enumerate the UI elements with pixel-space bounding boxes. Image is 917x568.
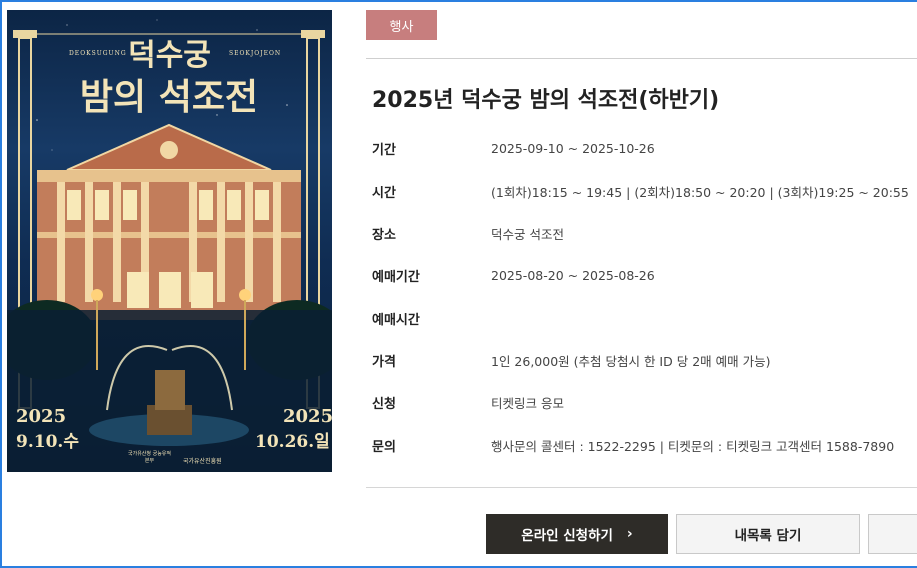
info-value: 행사문의 콜센터 : 1522-2295 | 티켓문의 : 티켓링크 고객센터 … bbox=[491, 438, 895, 454]
info-row-application: 신청 티켓링크 응모 bbox=[372, 391, 564, 413]
info-label: 예매시간 bbox=[372, 312, 420, 328]
apply-button-label: 온라인 신청하기 bbox=[521, 528, 613, 544]
info-value: 2025-09-10 ~ 2025-10-26 bbox=[491, 140, 655, 156]
info-row-contact: 문의 행사문의 콜센터 : 1522-2295 | 티켓문의 : 티켓링크 고객… bbox=[372, 434, 894, 456]
poster-title-line2: 밤의 석조전 bbox=[79, 76, 259, 118]
mylist-button-label: 내목록 담기 bbox=[734, 528, 802, 544]
divider-top bbox=[366, 58, 917, 59]
info-label: 시간 bbox=[372, 185, 396, 201]
poster-start-year: 2025 bbox=[16, 406, 67, 427]
online-apply-button[interactable]: 온라인 신청하기 › bbox=[486, 514, 668, 554]
info-label: 기간 bbox=[372, 142, 396, 158]
info-row-booking-period: 예매기간 2025-08-20 ~ 2025-08-26 bbox=[372, 264, 655, 286]
info-row-period: 기간 2025-09-10 ~ 2025-10-26 bbox=[372, 137, 655, 159]
divider-bottom bbox=[366, 487, 917, 488]
info-label: 예매기간 bbox=[372, 269, 420, 285]
category-badge: 행사 bbox=[366, 10, 437, 40]
poster-logo-right: 국가유산진흥원 bbox=[183, 458, 222, 465]
info-value: (1회차)18:15 ~ 19:45 | (2회차)18:50 ~ 20:20 … bbox=[491, 184, 909, 200]
extra-button[interactable] bbox=[868, 514, 917, 554]
event-title: 2025년 덕수궁 밤의 석조전(하반기) bbox=[372, 88, 720, 113]
info-label: 가격 bbox=[372, 354, 396, 370]
info-label: 장소 bbox=[372, 227, 396, 243]
info-row-booking-time: 예매시간 bbox=[372, 307, 491, 329]
info-label: 문의 bbox=[372, 439, 396, 455]
info-value: 덕수궁 석조전 bbox=[491, 226, 564, 242]
info-label: 신청 bbox=[372, 396, 396, 412]
info-row-time: 시간 (1회차)18:15 ~ 19:45 | (2회차)18:50 ~ 20:… bbox=[372, 180, 909, 202]
poster-english-right: SEOKJOJEON bbox=[229, 50, 282, 57]
info-value: 1인 26,000원 (추첨 당첨시 한 ID 당 2매 예매 가능) bbox=[491, 353, 771, 369]
poster-start-date: 9.10.수 bbox=[16, 432, 79, 452]
chevron-right-icon: › bbox=[626, 526, 633, 542]
poster-end-year: 2025 bbox=[283, 406, 332, 427]
poster-end-date: 10.26.일 bbox=[255, 432, 330, 452]
event-poster[interactable]: DEOKSUGUNG SEOKJOJEON 덕수궁 밤의 석조전 2025 9.… bbox=[7, 10, 332, 472]
info-row-venue: 장소 덕수궁 석조전 bbox=[372, 222, 564, 244]
poster-logo-left: 국가유산청 궁능유적본부 bbox=[128, 451, 171, 464]
info-value: 티켓링크 응모 bbox=[491, 395, 564, 411]
add-to-my-list-button[interactable]: 내목록 담기 bbox=[676, 514, 860, 554]
info-row-price: 가격 1인 26,000원 (추첨 당첨시 한 ID 당 2매 예매 가능) bbox=[372, 349, 770, 371]
info-value: 2025-08-20 ~ 2025-08-26 bbox=[491, 267, 655, 283]
